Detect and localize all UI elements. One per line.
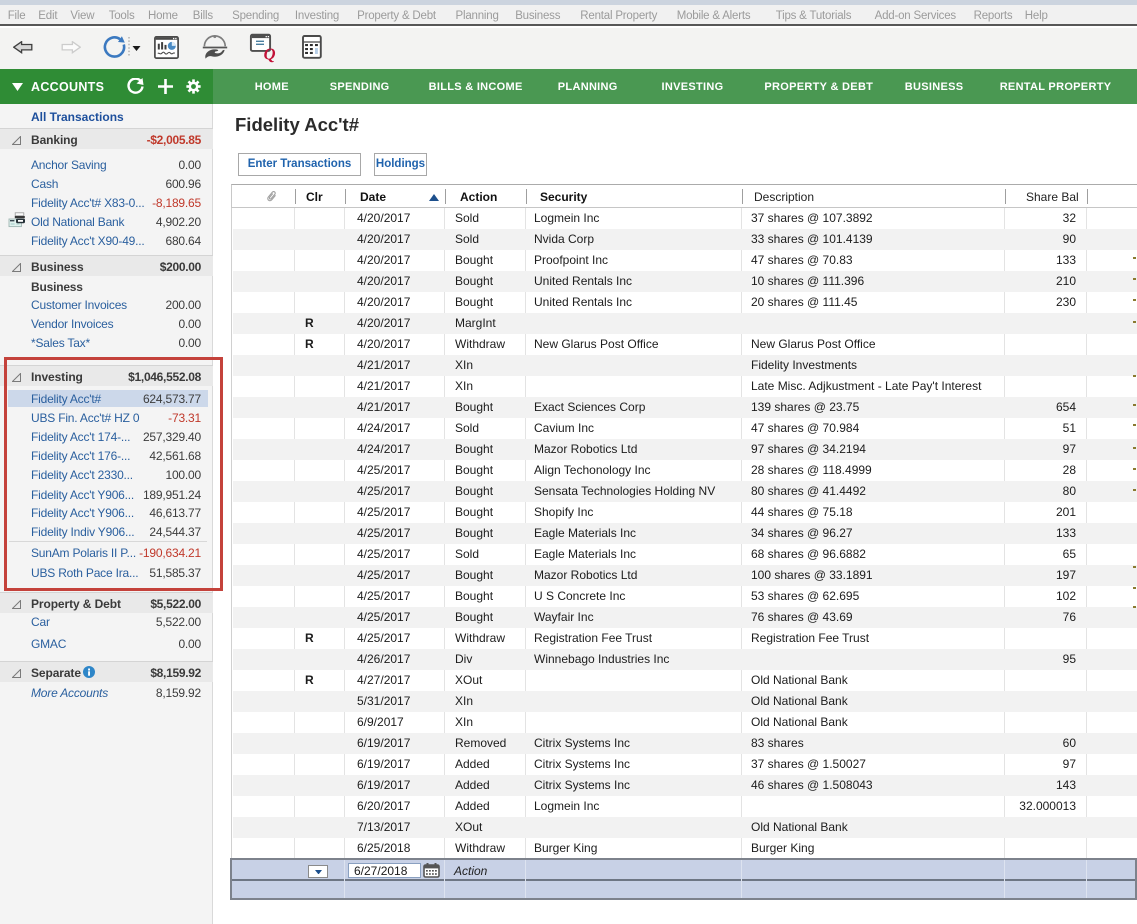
- svg-text:Q: Q: [264, 45, 276, 64]
